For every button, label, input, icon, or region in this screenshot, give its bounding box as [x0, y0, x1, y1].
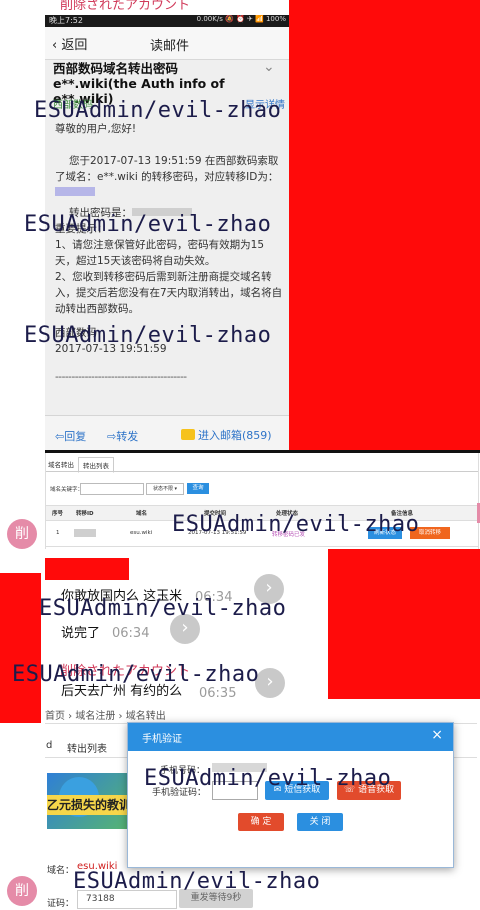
watermark: ESUAdmin/evil-zhao — [24, 212, 272, 237]
top-caption: 削除されたアカウント — [60, 0, 191, 13]
col-domain: 域名 — [136, 511, 148, 517]
redaction-block — [45, 558, 129, 580]
watermark: ESUAdmin/evil-zhao — [39, 596, 287, 621]
verify-dialog: 手机验证 × 手机号码： 手机验证码： ✉ 短信获取 ☏ 语音获取 确 定 关 … — [127, 722, 454, 868]
status-bar: 晚上7:52 0.00K/s 🔕 ⏰ ✈ 📶 100% — [45, 15, 289, 27]
tab-domain-transfer[interactable]: 域名转出 — [48, 459, 74, 469]
dialog-header: 手机验证 × — [128, 723, 453, 751]
forward-button[interactable]: ⇨转发 — [107, 428, 138, 444]
tab-transfer-list[interactable]: 转出列表 — [67, 740, 107, 755]
redacted-id — [55, 187, 95, 196]
nav-bar: ‹ 返回 读邮件 — [45, 27, 289, 60]
query-button[interactable]: 查询 — [187, 483, 209, 494]
status-select[interactable]: 状态不限 ▾ — [146, 483, 184, 495]
back-button[interactable]: ‹ 返回 — [52, 34, 87, 53]
redaction-block — [0, 573, 41, 723]
banner-image: 乙元损失的教训 — [47, 773, 139, 829]
nav-title: 读邮件 — [150, 39, 190, 54]
chevron-right-icon[interactable]: › — [255, 668, 285, 698]
inbox-button[interactable]: 进入邮箱(859) — [181, 427, 272, 443]
chat-time: 06:35 — [199, 686, 237, 701]
redaction-block — [328, 549, 480, 699]
mailbox-icon — [181, 429, 195, 440]
dialog-title: 手机验证 — [142, 734, 182, 745]
breadcrumb: 首页 › 域名注册 › 域名转出 — [45, 711, 166, 722]
confirm-button[interactable]: 确 定 — [238, 813, 284, 831]
tab-prefix: d — [46, 740, 53, 751]
redaction-block — [289, 0, 480, 450]
reply-button[interactable]: ⇦回复 — [55, 428, 86, 444]
greeting: 尊敬的用户,您好! — [55, 123, 137, 135]
watermark: ESUAdmin/evil-zhao — [24, 323, 272, 348]
row-domain: esu.wiki — [130, 530, 153, 536]
watermark: ESUAdmin/evil-zhao — [172, 512, 420, 537]
back-label: 返回 — [61, 38, 88, 53]
mail-toolbar: ⇦回复 ⇨转发 进入邮箱(859) — [45, 415, 289, 455]
domain-label: 域名： — [47, 866, 75, 876]
col-id: 转移ID — [76, 511, 94, 517]
mail-divider: ---------------------------------------- — [55, 371, 187, 383]
banner-text: 乙元损失的教训 — [47, 795, 139, 815]
para1: 您于2017-07-13 19:51:59 在西部数码索取了域名：e**.wik… — [55, 153, 283, 201]
reply-icon: ⇦ — [55, 430, 65, 443]
avatar: 削 — [7, 876, 37, 906]
watermark: ESUAdmin/evil-zhao — [73, 869, 321, 894]
chat-message: 说完了 — [61, 626, 101, 641]
notice-2: 2、您收到转移密码后需到新注册商提交域名转入，提交后若您没有在7天内取消转出，域… — [55, 271, 283, 315]
watermark: ESUAdmin/evil-zhao — [144, 766, 392, 791]
status-icons: 0.00K/s 🔕 ⏰ ✈ 📶 100% — [196, 15, 286, 23]
keyword-input[interactable] — [80, 483, 144, 495]
close-button[interactable]: 关 闭 — [297, 813, 343, 831]
avatar: 削 — [7, 519, 37, 549]
code-value: 73188 — [86, 894, 115, 904]
close-icon[interactable]: × — [431, 727, 443, 743]
status-time: 晚上7:52 — [49, 16, 83, 25]
notice-1: 1、请您注意保管好此密码，密码有效期为15天，超过15天该密码将自动失效。 — [55, 239, 265, 267]
row-no: 1 — [56, 530, 60, 536]
watermark: ESUAdmin/evil-zhao — [12, 662, 260, 687]
watermark: ESUAdmin/evil-zhao — [34, 98, 282, 123]
chat-time: 06:34 — [112, 626, 150, 641]
tab-rule — [46, 471, 478, 472]
forward-icon: ⇨ — [107, 430, 117, 443]
chevron-down-icon[interactable]: ⌄ — [263, 59, 275, 75]
row-id-redacted — [74, 529, 96, 537]
code-label: 证码： — [47, 899, 75, 909]
filter-label: 域名关键字： — [50, 487, 84, 493]
col-no: 序号 — [52, 511, 64, 517]
